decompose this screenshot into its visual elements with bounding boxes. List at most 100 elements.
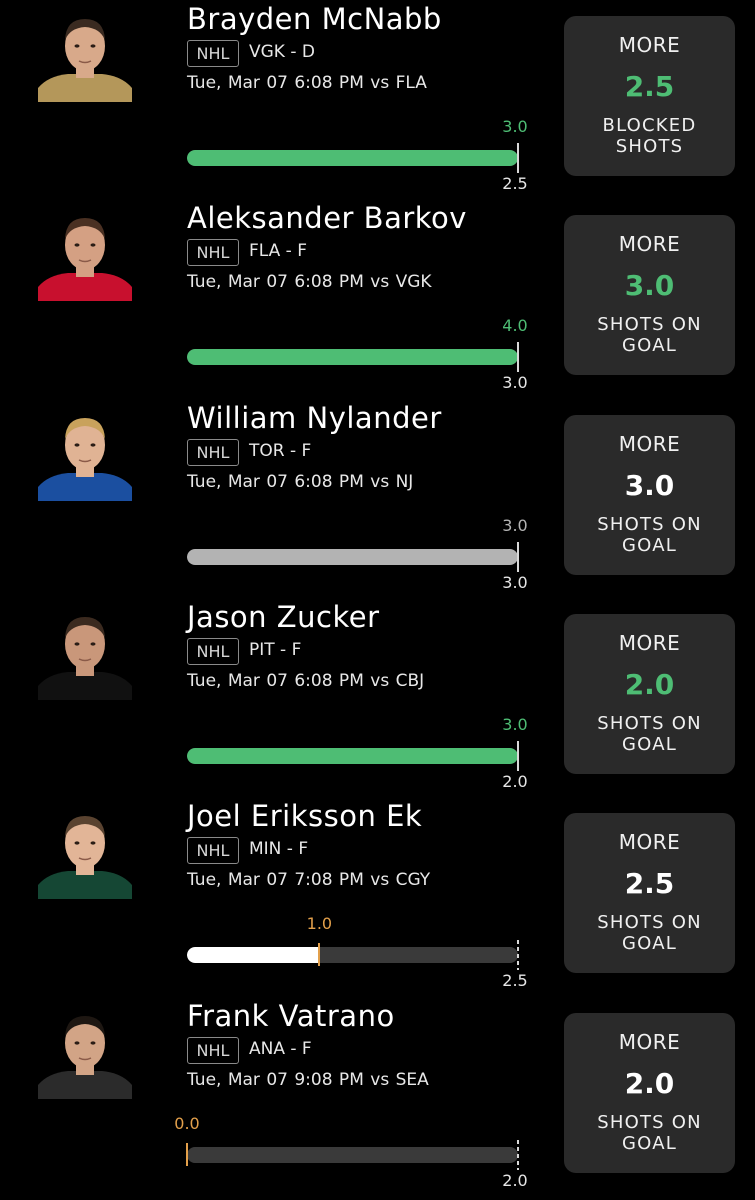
progress-fill [187, 548, 518, 565]
player-name: Jason Zucker [187, 599, 380, 634]
progress-fill [187, 747, 518, 764]
pick-card[interactable]: MORE 2.5 BLOCKED SHOTS [564, 16, 735, 176]
pick-card[interactable]: MORE 3.0 SHOTS ON GOAL [564, 414, 735, 575]
player-headshot [38, 207, 132, 302]
progress-track [187, 548, 518, 565]
stat-progress: 3.0 2.0 [0, 708, 560, 798]
actual-value: 3.0 [502, 714, 528, 734]
league-badge: NHL [187, 1036, 239, 1064]
league-badge: NHL [187, 637, 239, 665]
game-time: Tue, Mar 07 6:08 PM vs VGK [187, 272, 432, 293]
player-headshot [38, 805, 132, 900]
player-headshot [38, 8, 132, 102]
team-position: VGK - D [249, 42, 315, 62]
pick-card[interactable]: MORE 2.0 SHOTS ON GOAL [564, 1012, 735, 1173]
stat-progress: 4.0 3.0 [0, 309, 560, 399]
target-value: 3.0 [502, 373, 528, 393]
pick-stat: SHOTS ON GOAL [564, 912, 735, 954]
player-name: Frank Vatrano [187, 998, 395, 1033]
pick-stat: BLOCKED SHOTS [564, 115, 735, 157]
target-marker [517, 541, 519, 572]
pick-row[interactable]: Frank Vatrano NHL ANA - F Tue, Mar 07 9:… [0, 997, 755, 1196]
team-position: TOR - F [249, 440, 312, 461]
league-badge: NHL [187, 837, 239, 865]
pick-card[interactable]: MORE 2.5 SHOTS ON GOAL [564, 813, 735, 974]
pick-stat-line-2: GOAL [622, 733, 677, 755]
target-marker [517, 740, 519, 771]
league-badge: NHL [187, 40, 239, 67]
actual-value: 3.0 [502, 117, 528, 136]
target-value: 3.0 [502, 572, 528, 592]
player-headshot [38, 406, 132, 501]
player-name: Aleksander Barkov [187, 201, 467, 236]
pick-row[interactable]: Brayden McNabb NHL VGK - D Tue, Mar 07 6… [0, 0, 755, 199]
progress-fill [187, 150, 518, 166]
target-value: 2.0 [502, 771, 528, 791]
actual-marker [318, 943, 321, 967]
target-value: 2.0 [502, 1170, 528, 1190]
pick-stat-line-2: GOAL [622, 1132, 677, 1154]
progress-track [187, 1146, 518, 1163]
pick-line: 2.5 [624, 867, 675, 901]
player-headshot [38, 605, 132, 700]
stat-progress: 0.0 2.0 [0, 1107, 560, 1197]
target-marker [517, 143, 519, 173]
pick-stat-line-1: SHOTS ON [597, 1111, 702, 1133]
actual-marker [186, 1142, 188, 1166]
progress-track [187, 747, 518, 764]
stat-progress: 3.0 2.5 [0, 110, 560, 200]
progress-track [187, 150, 518, 166]
progress-track [187, 349, 518, 366]
player-name: William Nylander [187, 400, 442, 435]
pick-card[interactable]: MORE 2.0 SHOTS ON GOAL [564, 613, 735, 774]
pick-row[interactable]: Joel Eriksson Ek NHL MIN - F Tue, Mar 07… [0, 797, 755, 996]
target-value: 2.5 [502, 971, 528, 991]
team-position: PIT - F [249, 639, 302, 660]
pick-line: 2.0 [624, 1066, 675, 1100]
pick-stat-line-1: SHOTS ON [597, 314, 702, 336]
team-position: ANA - F [249, 1038, 312, 1059]
player-name: Brayden McNabb [187, 2, 442, 36]
actual-value: 4.0 [502, 316, 528, 336]
progress-fill [187, 947, 320, 964]
pick-direction: MORE [618, 33, 681, 57]
pick-direction: MORE [618, 830, 681, 855]
player-name: Joel Eriksson Ek [187, 799, 423, 834]
pick-direction: MORE [618, 1029, 681, 1054]
player-headshot [38, 1004, 132, 1099]
pick-direction: MORE [618, 630, 681, 655]
pick-stat: SHOTS ON GOAL [564, 314, 735, 356]
pick-stat-line-1: BLOCKED [602, 115, 697, 136]
pick-line: 2.5 [624, 70, 675, 103]
target-value: 2.5 [502, 174, 528, 193]
team-position: MIN - F [249, 839, 309, 860]
pick-row[interactable]: Jason Zucker NHL PIT - F Tue, Mar 07 6:0… [0, 598, 755, 797]
pick-stat-line-2: GOAL [622, 534, 677, 556]
target-marker [517, 940, 519, 971]
game-time: Tue, Mar 07 6:08 PM vs NJ [187, 471, 414, 492]
pick-stat: SHOTS ON GOAL [564, 1112, 735, 1154]
target-marker [517, 1139, 519, 1170]
team-position: FLA - F [249, 241, 307, 262]
pick-stat-line-2: GOAL [622, 335, 677, 357]
pick-stat-line-1: SHOTS ON [597, 712, 702, 734]
pick-stat-line-2: SHOTS [615, 136, 684, 157]
game-time: Tue, Mar 07 6:08 PM vs CBJ [187, 670, 425, 691]
league-badge: NHL [187, 438, 239, 466]
pick-card[interactable]: MORE 3.0 SHOTS ON GOAL [564, 215, 735, 376]
game-time: Tue, Mar 07 9:08 PM vs SEA [187, 1069, 429, 1090]
game-time: Tue, Mar 07 7:08 PM vs CGY [187, 870, 431, 891]
pick-stat-line-1: SHOTS ON [597, 912, 702, 934]
pick-stat: SHOTS ON GOAL [564, 514, 735, 556]
game-time: Tue, Mar 07 6:08 PM vs FLA [187, 73, 427, 93]
pick-stat: SHOTS ON GOAL [564, 713, 735, 755]
league-badge: NHL [187, 239, 239, 267]
target-marker [517, 342, 519, 373]
pick-line: 3.0 [624, 468, 675, 502]
pick-row[interactable]: William Nylander NHL TOR - F Tue, Mar 07… [0, 399, 755, 598]
actual-value: 0.0 [174, 1113, 200, 1133]
actual-value: 1.0 [306, 914, 333, 934]
pick-row[interactable]: Aleksander Barkov NHL FLA - F Tue, Mar 0… [0, 199, 755, 398]
stat-progress: 3.0 3.0 [0, 509, 560, 599]
actual-value: 3.0 [502, 515, 528, 535]
